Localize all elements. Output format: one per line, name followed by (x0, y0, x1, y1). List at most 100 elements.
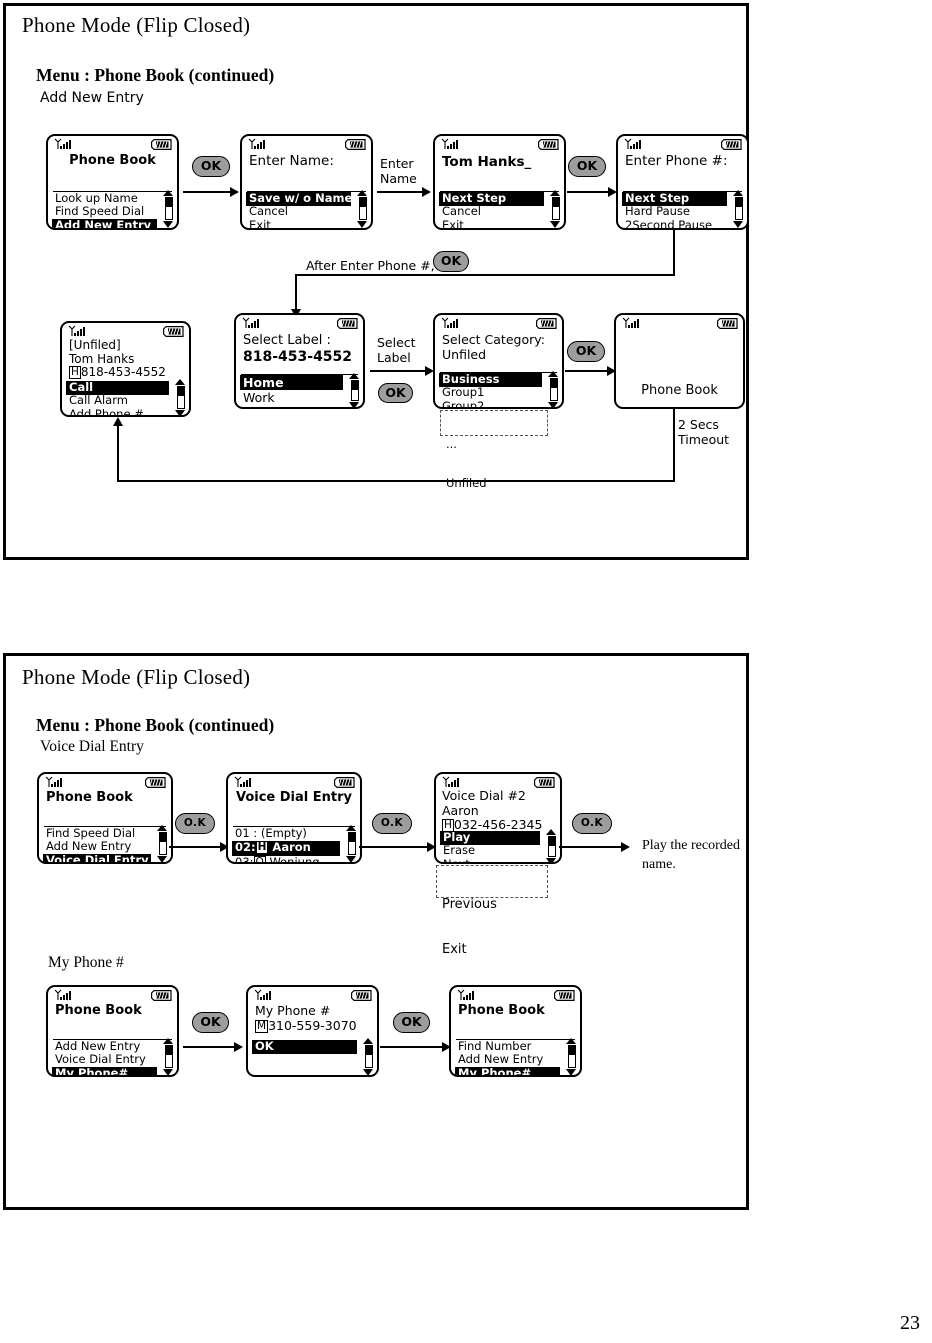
scrollbar[interactable] (356, 190, 369, 228)
overflow-item[interactable]: Previous (442, 897, 543, 912)
menu-item[interactable]: Voice Dial Entry (52, 1054, 157, 1068)
menu-item[interactable]: Erase (440, 845, 540, 859)
scroll-track[interactable] (364, 1045, 373, 1068)
menu-item-selected[interactable]: Business (439, 373, 542, 387)
scrollbar[interactable] (162, 1038, 175, 1075)
screen-phone-book[interactable]: Phone Book Look up Name Find Speed Dial … (46, 134, 179, 230)
menu-item[interactable]: Exit (439, 219, 544, 228)
menu-item[interactable]: Add New Entry (52, 1040, 157, 1054)
scroll-thumb[interactable] (550, 379, 557, 389)
menu-item-selected[interactable]: Call (66, 381, 169, 395)
scroll-down-icon[interactable] (550, 221, 560, 228)
scroll-up-icon[interactable] (546, 829, 556, 835)
menu-list[interactable]: Call Call Alarm Add Phone # (66, 381, 169, 415)
ok-button[interactable]: OK (433, 251, 469, 272)
screen-tom-hanks[interactable]: Tom Hanks_ Next Step Cancel Exit (433, 134, 566, 230)
menu-list[interactable]: Next Step Cancel Exit (439, 192, 544, 228)
menu-item[interactable]: Look up Name (52, 192, 157, 206)
voice-dial-overflow-box[interactable]: Previous Exit (436, 865, 548, 957)
menu-item[interactable]: Next (440, 858, 540, 862)
scrollbar[interactable] (174, 379, 187, 415)
menu-list[interactable]: Business Group1 Group2 (439, 373, 542, 407)
ok-button[interactable]: OK (378, 383, 413, 403)
menu-item[interactable]: Find Speed Dial (52, 206, 157, 220)
ok-button[interactable]: OK (567, 341, 605, 362)
scrollbar[interactable] (162, 190, 175, 228)
overflow-item[interactable]: Exit (442, 942, 543, 957)
scroll-track[interactable] (734, 197, 743, 220)
menu-list[interactable]: Find Number Add New Entry My Phone# (455, 1040, 560, 1075)
voice-dial-list[interactable]: 01 : (Empty) 02: H Aaron 03: O Wonjung (232, 827, 340, 862)
scroll-up-icon[interactable] (733, 190, 743, 196)
scroll-track[interactable] (347, 832, 356, 855)
scroll-down-icon[interactable] (157, 856, 167, 862)
scroll-track[interactable] (164, 197, 173, 220)
menu-item-selected[interactable]: OK (252, 1040, 357, 1054)
screen-phone-book-my[interactable]: Phone Book Add New Entry Voice Dial Entr… (46, 985, 179, 1077)
screen-my-phone[interactable]: My Phone # M 310-559-3070 OK (246, 985, 379, 1077)
scroll-track[interactable] (549, 378, 558, 401)
screen-select-category[interactable]: Select Category: Unfiled Business Group1… (433, 313, 564, 409)
scrollbar[interactable] (156, 825, 169, 862)
menu-item-selected[interactable]: My Phone# (52, 1067, 157, 1075)
menu-item-selected[interactable]: Save w/ o Name (246, 192, 351, 206)
ok-button[interactable]: O.K (572, 813, 612, 834)
scroll-up-icon[interactable] (157, 825, 167, 831)
screen-enter-phone[interactable]: Enter Phone #: Next Step Hard Pause 2Sec… (616, 134, 749, 230)
scroll-track[interactable] (158, 832, 167, 855)
scrollbar[interactable] (348, 373, 361, 407)
menu-item[interactable]: 2Second Pause (622, 219, 727, 228)
menu-item[interactable]: Exit (246, 219, 351, 228)
scroll-up-icon[interactable] (346, 825, 356, 831)
ok-button[interactable]: O.K (372, 813, 412, 834)
list-item-selected[interactable]: 02: H Aaron (232, 840, 340, 856)
menu-item[interactable]: Find Speed Dial (43, 827, 151, 841)
scrollbar[interactable] (362, 1038, 375, 1075)
overflow-item[interactable]: Unfiled (446, 477, 543, 490)
menu-list[interactable]: Next Step Hard Pause 2Second Pause (622, 192, 727, 228)
scroll-down-icon[interactable] (566, 1069, 576, 1075)
scroll-thumb[interactable] (159, 833, 166, 843)
menu-item[interactable]: Cancel (439, 206, 544, 220)
scroll-thumb[interactable] (359, 198, 366, 208)
scrollbar[interactable] (547, 371, 560, 407)
scroll-track[interactable] (358, 197, 367, 220)
menu-item[interactable]: Hard Pause (622, 206, 727, 220)
menu-list[interactable]: Home Work Mobile (240, 375, 343, 408)
scroll-down-icon[interactable] (163, 221, 173, 228)
scroll-up-icon[interactable] (349, 373, 359, 379)
screen-enter-name[interactable]: Enter Name: Save w/ o Name Cancel Exit (240, 134, 373, 230)
scroll-down-icon[interactable] (175, 410, 185, 415)
category-overflow-box[interactable]: ... Unfiled (440, 410, 548, 490)
ok-button[interactable]: O.K (175, 813, 215, 834)
scroll-thumb[interactable] (735, 198, 742, 208)
scroll-thumb[interactable] (548, 837, 555, 846)
screen-voice-dial-entry[interactable]: Voice Dial Entry 01 : (Empty) 02: H Aaron… (226, 772, 362, 864)
scrollbar[interactable] (732, 190, 745, 228)
scroll-track[interactable] (164, 1045, 173, 1068)
scroll-down-icon[interactable] (357, 221, 367, 228)
scroll-track[interactable] (176, 386, 185, 409)
scroll-up-icon[interactable] (163, 190, 173, 196)
scroll-thumb[interactable] (351, 381, 358, 390)
scrollbar[interactable] (565, 1038, 578, 1075)
scroll-thumb[interactable] (365, 1046, 372, 1056)
list-item[interactable]: 03: O Wonjung (232, 856, 340, 862)
ok-button[interactable]: OK (568, 156, 606, 177)
menu-list[interactable]: Save w/ o Name Cancel Exit (246, 192, 351, 228)
scroll-up-icon[interactable] (566, 1038, 576, 1044)
scroll-track[interactable] (547, 836, 556, 857)
scroll-down-icon[interactable] (346, 856, 356, 862)
scroll-up-icon[interactable] (550, 190, 560, 196)
menu-item-selected[interactable]: Next Step (622, 192, 727, 206)
menu-item[interactable]: Mobile (240, 405, 343, 408)
menu-list[interactable]: Add New Entry Voice Dial Entry My Phone# (52, 1040, 157, 1075)
ok-button[interactable]: OK (192, 1012, 229, 1033)
screen-phone-book-after[interactable]: Phone Book Find Number Add New Entry My … (449, 985, 582, 1077)
scrollbar[interactable] (545, 829, 558, 862)
screen-unfiled-entry[interactable]: [Unfiled] Tom Hanks H 818-453-4552 Call C… (60, 321, 191, 417)
menu-item-selected[interactable]: Play (440, 831, 540, 845)
scroll-thumb[interactable] (568, 1046, 575, 1056)
ok-button[interactable]: OK (393, 1012, 430, 1033)
scroll-up-icon[interactable] (357, 190, 367, 196)
